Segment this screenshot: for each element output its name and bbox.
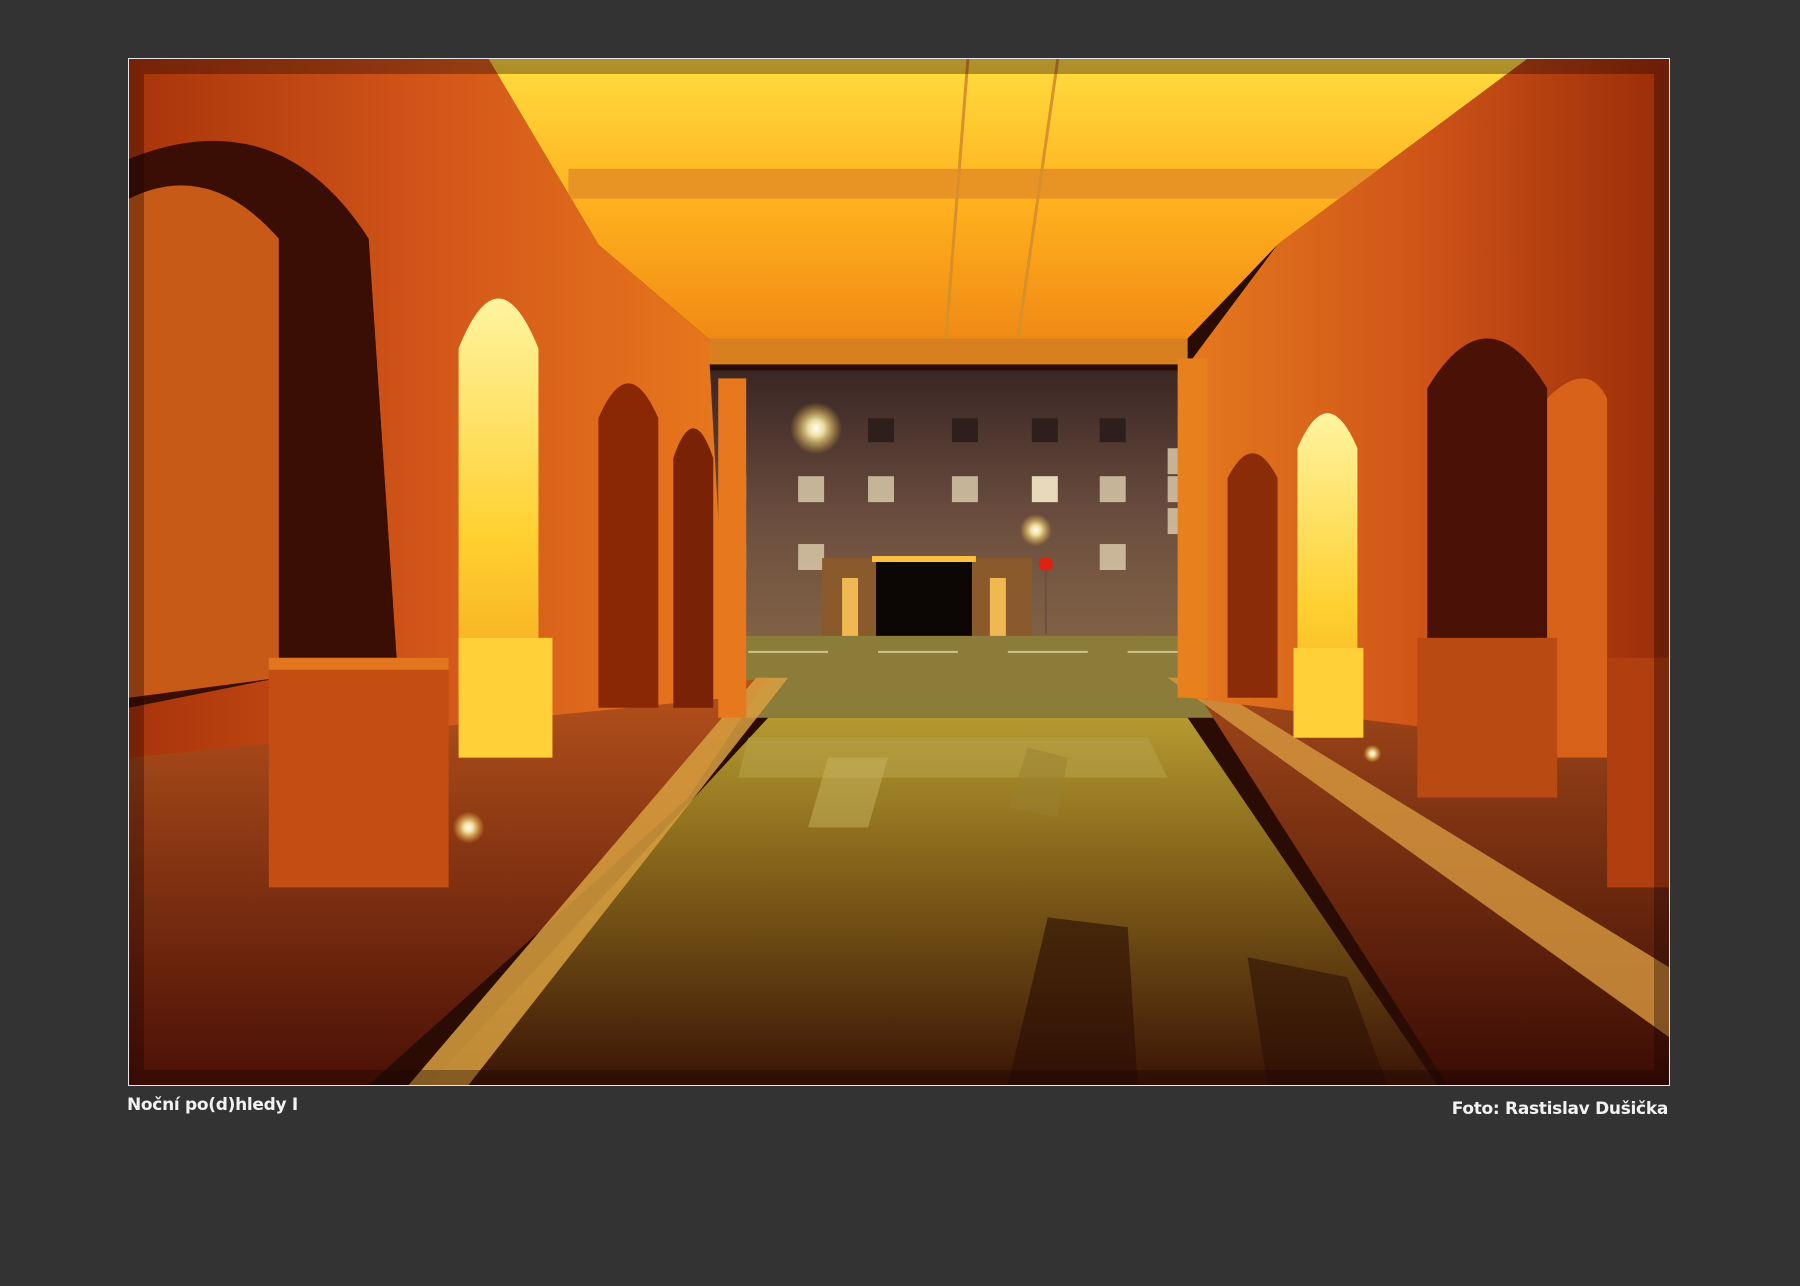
photo [128,58,1670,1086]
photo-title: Noční po(d)hledy I [127,1095,298,1115]
no-entry-sign [1038,557,1053,572]
ground-light-left [452,811,485,844]
photo-scene [129,59,1669,1085]
photo-credit: Foto: Rastislav Dušička [1451,1099,1669,1119]
ground-light-right [1363,744,1382,763]
street-lamp-left [790,402,843,455]
street-lamp-right [1019,514,1052,547]
